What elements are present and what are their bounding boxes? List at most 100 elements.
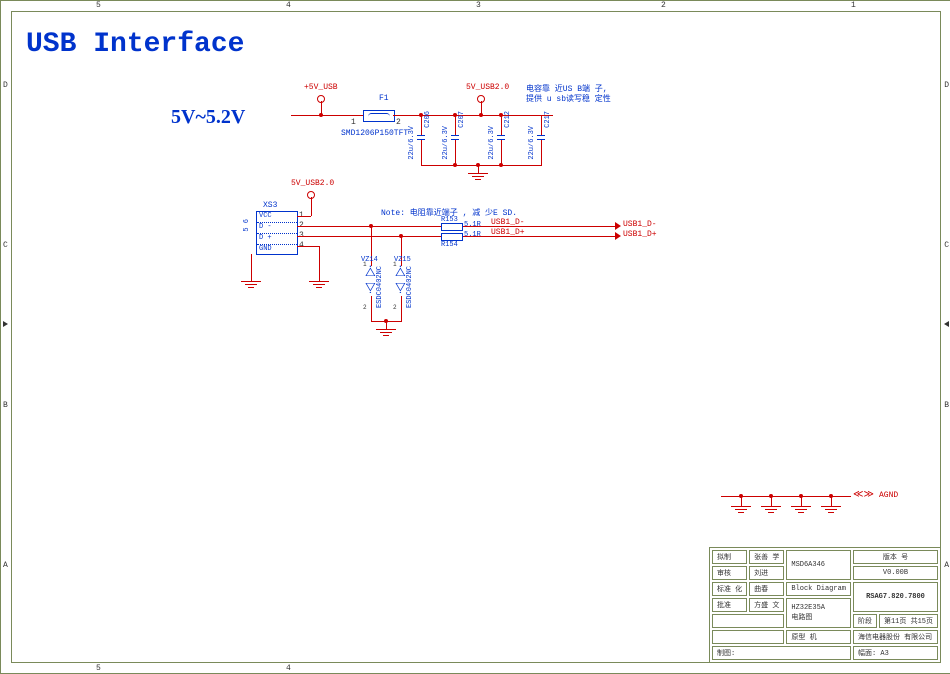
port-usb1-dp: USB1_D+ xyxy=(623,230,657,239)
net-5v-usb2-b: 5V_USB2.0 xyxy=(291,179,334,188)
tb-orig: 原型 机 xyxy=(786,630,851,644)
part-vz15: ESDC0402NC xyxy=(406,266,414,308)
net-agnd: AGND xyxy=(879,491,898,500)
ground-symbol xyxy=(241,281,261,288)
net-usb1-dm: USB1_D- xyxy=(491,218,525,227)
wire xyxy=(401,296,402,321)
port-arrow-icon xyxy=(615,222,621,230)
resistor-r154 xyxy=(441,233,463,241)
tb-stage: 阶段 xyxy=(853,614,877,628)
net-5v-usb2: 5V_USB2.0 xyxy=(466,83,509,92)
wire xyxy=(371,296,372,321)
wire xyxy=(463,236,618,237)
val-c217: 22u/6.3V xyxy=(528,126,536,160)
net-5v-usb: +5V_USB xyxy=(304,83,338,92)
pin-gnd: GND xyxy=(257,245,297,255)
voltage-note: 5V~5.2V xyxy=(171,106,245,129)
cap-plate xyxy=(497,135,505,136)
wire xyxy=(297,236,441,237)
border-num: 4 xyxy=(286,1,291,10)
nav-arrow-right[interactable] xyxy=(944,321,949,327)
tb-page: 第11页 共15页 xyxy=(879,614,938,628)
border-num: 1 xyxy=(851,1,856,10)
cap-plate xyxy=(417,135,425,136)
net-node xyxy=(499,163,503,167)
border-num: 3 xyxy=(476,1,481,10)
ref-f1: F1 xyxy=(379,94,389,103)
pin-num: 1 xyxy=(393,261,397,268)
tb-ver: V0.00B xyxy=(853,566,938,580)
port-usb1-dm: USB1_D- xyxy=(623,220,657,229)
tb-role: 批准 xyxy=(712,598,747,612)
wire xyxy=(463,226,618,227)
tb-name: 张善 学 xyxy=(749,550,784,564)
ground-symbol xyxy=(309,281,329,288)
offpage-icon: ≪≫ xyxy=(853,489,874,501)
wire xyxy=(455,115,456,135)
val-c207: 22u/6.3V xyxy=(442,126,450,160)
wire xyxy=(801,496,802,506)
wire xyxy=(251,254,252,281)
val-r154: 5.1R xyxy=(464,231,481,239)
tb-role: 标准 化 xyxy=(712,582,747,596)
wire xyxy=(421,165,542,166)
wire xyxy=(501,115,502,135)
tvs-diode-icon: ⧊ xyxy=(365,266,376,280)
pin-num: 2 xyxy=(363,304,367,311)
border-letter: C xyxy=(3,241,8,250)
tb-company: 海信电器股份 有限公司 xyxy=(853,630,938,644)
border-letter: B xyxy=(944,401,949,410)
border-letter: D xyxy=(3,81,8,90)
wire xyxy=(771,496,772,506)
wire xyxy=(386,321,387,329)
wire xyxy=(297,246,319,247)
ground-symbol xyxy=(376,329,396,336)
val-c206: 22u/6.3V xyxy=(408,126,416,160)
nav-arrow-left[interactable] xyxy=(3,321,8,327)
pin-num: 2 xyxy=(393,304,397,311)
ground-symbol xyxy=(761,506,781,513)
ref-c207: C207 xyxy=(458,111,466,128)
ground-symbol xyxy=(468,173,488,180)
diagram-title: USB Interface xyxy=(26,29,244,60)
pin56: 5 6 xyxy=(243,219,251,232)
tb-role: 审核 xyxy=(712,566,747,580)
tb-role: 拟制 xyxy=(712,550,747,564)
cap-plate xyxy=(451,135,459,136)
resistor-r153 xyxy=(441,223,463,231)
tb-model: HZ32E35A电路图 xyxy=(786,598,851,628)
border-letter: D xyxy=(944,81,949,90)
wire xyxy=(501,140,502,165)
val-r153: 5.1R xyxy=(464,221,481,229)
wire xyxy=(478,165,479,173)
pin-vcc: VCC xyxy=(257,212,297,223)
tb-name: 刘进 xyxy=(749,566,784,580)
val-c212: 22u/6.3V xyxy=(488,126,496,160)
border-letter: A xyxy=(3,561,8,570)
schematic-sheet: D C B A D C B A 1 2 3 4 5 4 5 USB Interf… xyxy=(0,0,950,674)
tb-name: 方盛 文 xyxy=(749,598,784,612)
ref-r154: R154 xyxy=(441,241,458,249)
net-node xyxy=(479,113,483,117)
pin-num: 2 xyxy=(396,118,401,127)
wire xyxy=(455,140,456,165)
tvs-diode-icon: ⧊ xyxy=(395,279,406,293)
ground-symbol xyxy=(731,506,751,513)
usb-connector: VCC D - D + GND xyxy=(256,211,298,255)
tb-ver-label: 版本 号 xyxy=(853,550,938,564)
net-usb1-dp: USB1_D+ xyxy=(491,228,525,237)
ref-c217: C217 xyxy=(544,111,552,128)
net-node xyxy=(453,163,457,167)
wire xyxy=(421,115,422,135)
tb-drawn: 制图: xyxy=(712,646,851,660)
ref-c212: C212 xyxy=(504,111,512,128)
ref-c206: C206 xyxy=(424,111,432,128)
border-letter: C xyxy=(944,241,949,250)
wire xyxy=(741,496,742,506)
border-num: 5 xyxy=(96,1,101,10)
border-num: 2 xyxy=(661,1,666,10)
tvs-diode-icon: ⧊ xyxy=(395,266,406,280)
net-node xyxy=(319,113,323,117)
tb-subtitle: Block Diagram xyxy=(786,582,851,596)
pin-num: 1 xyxy=(351,118,356,127)
